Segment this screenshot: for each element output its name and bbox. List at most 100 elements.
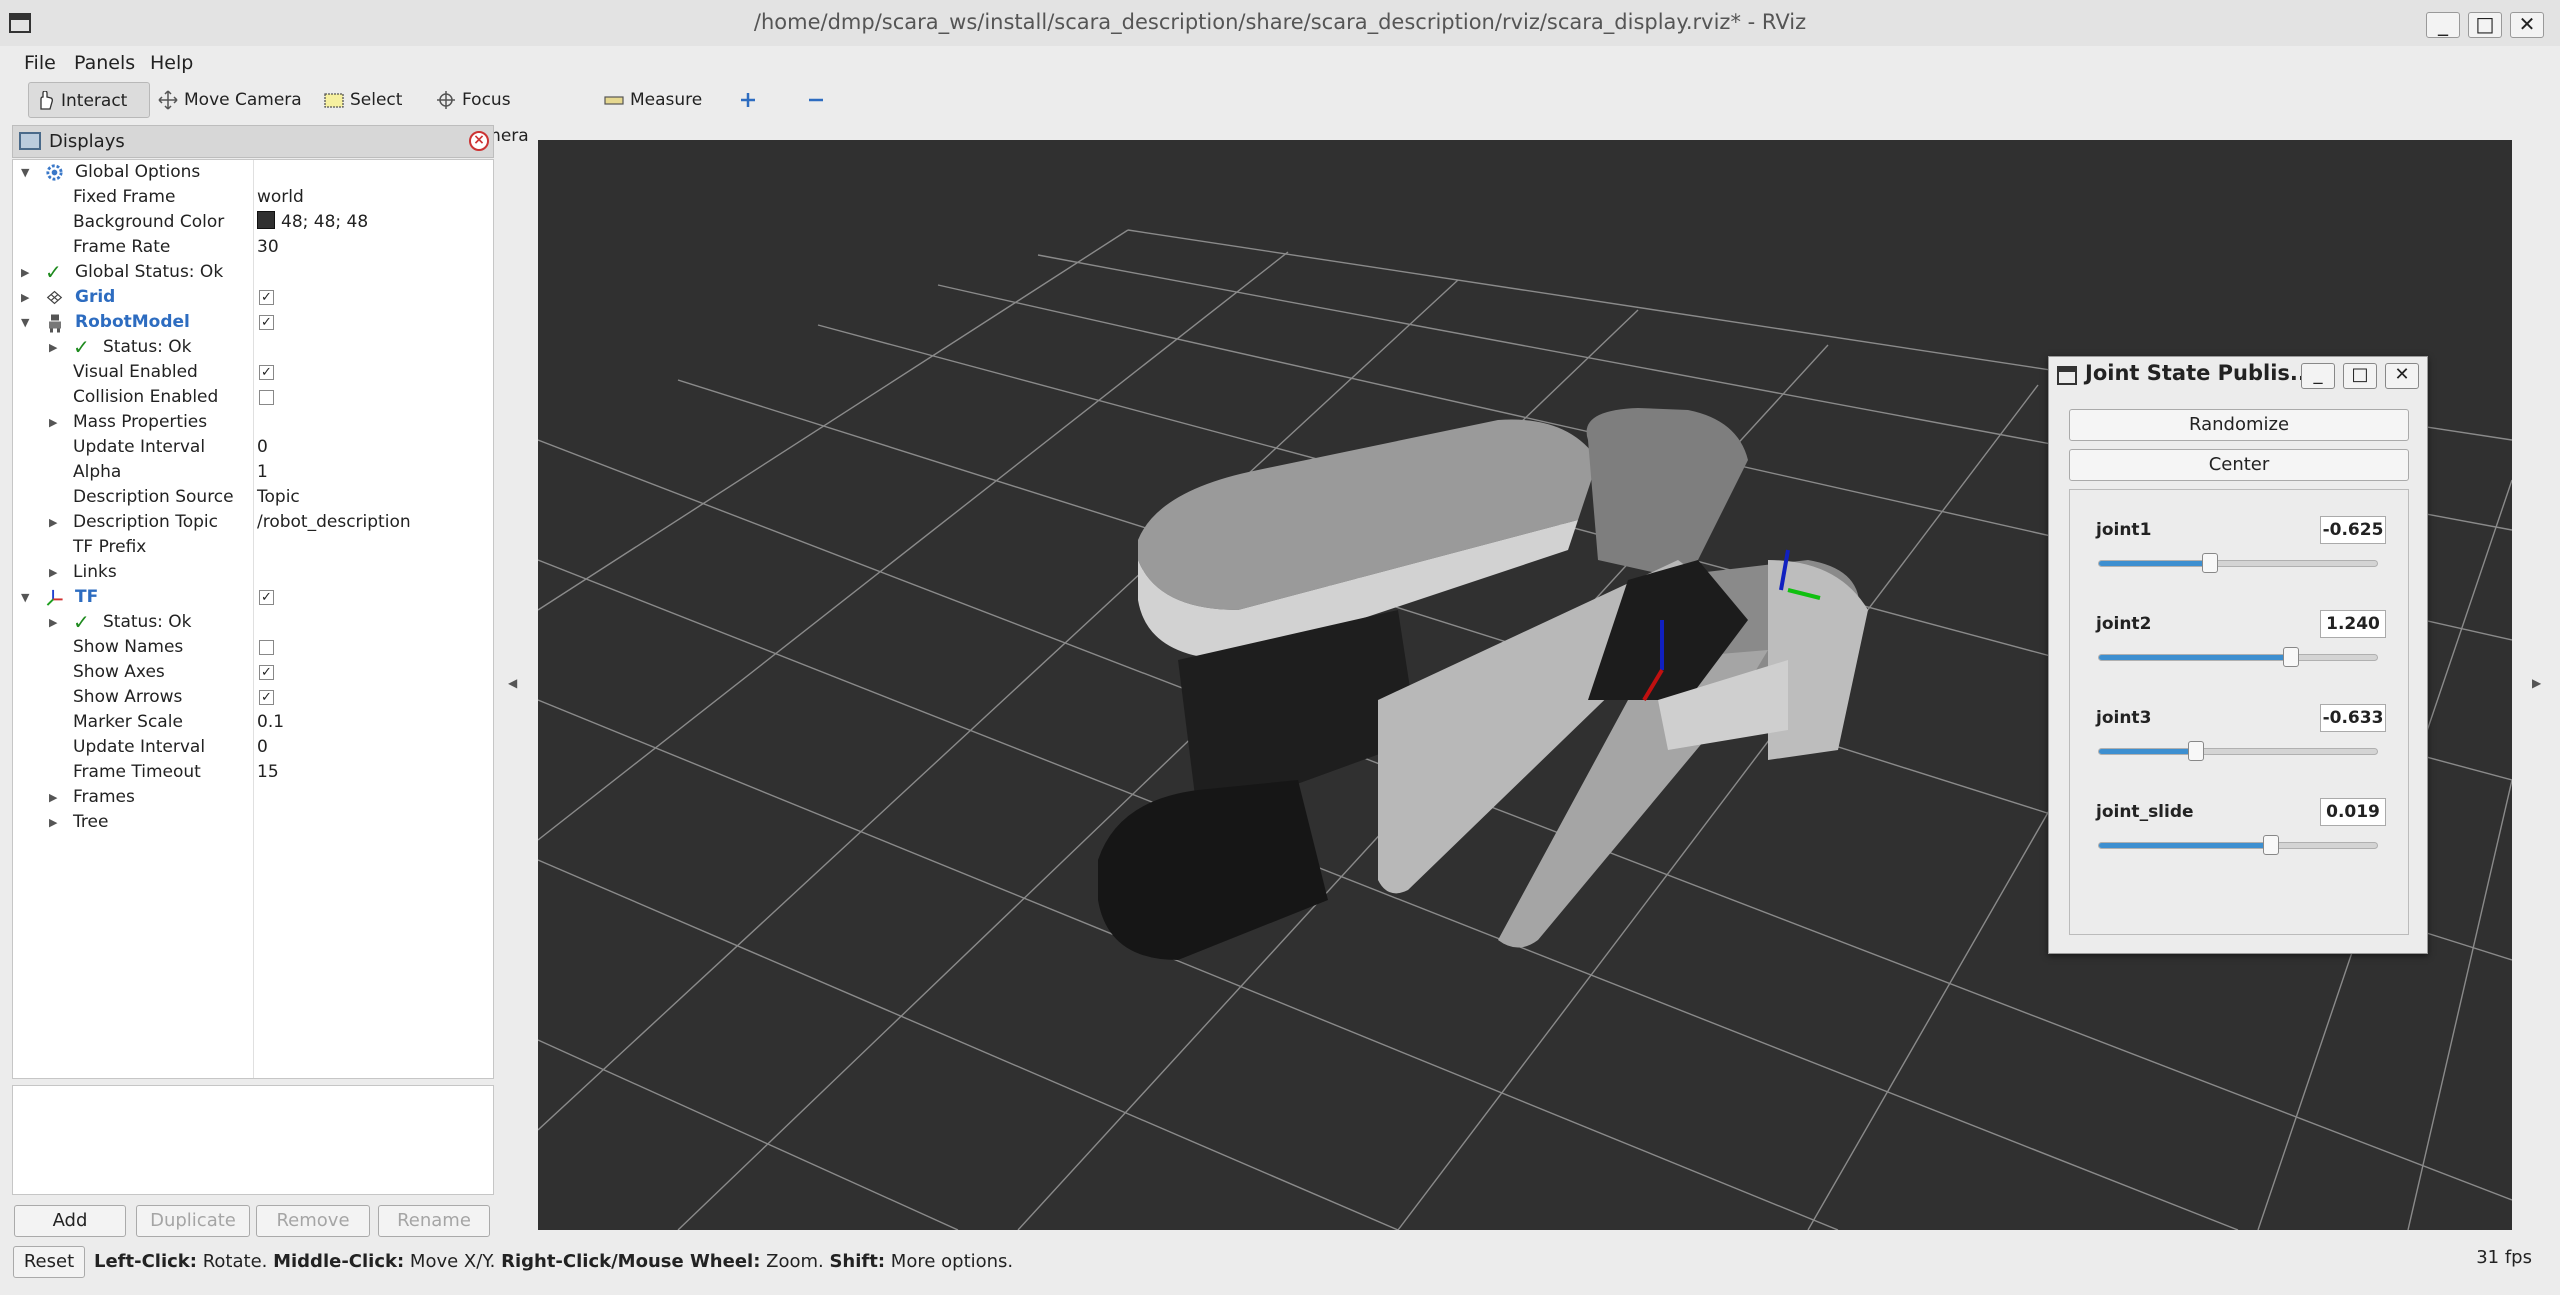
tree-row-alpha[interactable]: Alpha 1 [13,460,493,485]
tree-row-tree[interactable]: ▶ Tree [13,810,493,835]
minimize-button[interactable]: _ [2426,12,2460,38]
joint-slider[interactable] [2098,553,2378,573]
tree-row-marker-scale[interactable]: Marker Scale 0.1 [13,710,493,735]
joint-slider[interactable] [2098,741,2378,761]
joint-label: joint2 [2096,614,2152,634]
slider-thumb[interactable] [2263,835,2280,855]
reset-button[interactable]: Reset [13,1246,85,1278]
collapsed-arrow-icon[interactable]: ▶ [49,785,61,810]
collision-enabled-checkbox[interactable] [259,390,274,405]
collapsed-arrow-icon[interactable]: ▶ [21,285,33,310]
show-axes-checkbox[interactable]: ✓ [259,665,274,680]
visual-enabled-checkbox[interactable]: ✓ [259,365,274,380]
displays-tree[interactable]: ▼ Global Options Fixed Frame world Backg… [12,159,494,1079]
slider-thumb[interactable] [2188,741,2205,761]
joint-value-field[interactable]: -0.633 [2320,704,2386,732]
left-splitter-handle[interactable]: ◀ [508,676,517,690]
center-button[interactable]: Center [2069,449,2409,481]
tree-row-tf-status[interactable]: ▶ ✓ Status: Ok [13,610,493,635]
robot-model-checkbox[interactable]: ✓ [259,315,274,330]
fixed-frame-value[interactable]: world [257,185,304,210]
marker-scale-value[interactable]: 0.1 [257,710,284,735]
tree-row-update-interval[interactable]: Update Interval 0 [13,435,493,460]
joint-value-field[interactable]: 0.019 [2320,798,2386,826]
close-button[interactable]: ✕ [2510,12,2544,38]
tree-row-tf-update-interval[interactable]: Update Interval 0 [13,735,493,760]
joint-slider[interactable] [2098,835,2378,855]
menu-file[interactable]: File [24,52,56,74]
tf-checkbox[interactable]: ✓ [259,590,274,605]
menu-help[interactable]: Help [150,52,193,74]
tree-row-robot-model[interactable]: ▼ RobotModel ✓ [13,310,493,335]
tree-row-frames[interactable]: ▶ Frames [13,785,493,810]
collapsed-arrow-icon[interactable]: ▶ [49,510,61,535]
alpha-value[interactable]: 1 [257,460,268,485]
jsp-maximize-button[interactable]: □ [2343,363,2377,389]
tree-row-description-source[interactable]: Description Source Topic [13,485,493,510]
right-splitter-handle[interactable]: ▶ [2532,676,2541,690]
remove-display-button[interactable]: Remove [256,1205,370,1237]
joint-value-field[interactable]: 1.240 [2320,610,2386,638]
tree-row-fixed-frame[interactable]: Fixed Frame world [13,185,493,210]
frame-timeout-value[interactable]: 15 [257,760,279,785]
expanded-arrow-icon[interactable]: ▼ [21,585,33,610]
tree-row-global-options[interactable]: ▼ Global Options [13,160,493,185]
duplicate-display-button[interactable]: Duplicate [136,1205,250,1237]
jsp-close-button[interactable]: ✕ [2385,363,2419,389]
remove-tool-button[interactable] [800,82,840,118]
collapsed-arrow-icon[interactable]: ▶ [49,335,61,360]
description-topic-value[interactable]: /robot_description [257,510,411,535]
tree-row-links[interactable]: ▶ Links [13,560,493,585]
tree-row-description-topic[interactable]: ▶ Description Topic /robot_description [13,510,493,535]
joint-value-field[interactable]: -0.625 [2320,516,2386,544]
expanded-arrow-icon[interactable]: ▼ [21,160,33,185]
tree-row-mass-properties[interactable]: ▶ Mass Properties [13,410,493,435]
menu-panels[interactable]: Panels [74,52,135,74]
collapsed-arrow-icon[interactable]: ▶ [21,260,33,285]
collapsed-arrow-icon[interactable]: ▶ [49,410,61,435]
expanded-arrow-icon[interactable]: ▼ [21,310,33,335]
tree-row-grid[interactable]: ▶ Grid ✓ [13,285,493,310]
interact-tool-button[interactable]: Interact [28,82,150,118]
add-tool-button[interactable] [732,82,764,118]
show-arrows-checkbox[interactable]: ✓ [259,690,274,705]
tree-row-background-color[interactable]: Background Color 48; 48; 48 [13,210,493,235]
tree-row-robot-model-status[interactable]: ▶ ✓ Status: Ok [13,335,493,360]
slider-thumb[interactable] [2282,647,2299,667]
tree-row-show-axes[interactable]: Show Axes ✓ [13,660,493,685]
rename-display-button[interactable]: Rename [378,1205,490,1237]
close-panel-icon[interactable]: × [469,131,489,151]
slider-thumb[interactable] [2202,553,2219,573]
tree-row-tf[interactable]: ▼ TF ✓ [13,585,493,610]
collapsed-arrow-icon[interactable]: ▶ [49,810,61,835]
tree-row-show-arrows[interactable]: Show Arrows ✓ [13,685,493,710]
maximize-button[interactable]: □ [2468,12,2502,38]
focus-camera-tool-button[interactable]: Focus Camera [430,82,580,146]
collapsed-arrow-icon[interactable]: ▶ [49,610,61,635]
move-camera-tool-button[interactable]: Move Camera [152,82,302,118]
tf-update-interval-value[interactable]: 0 [257,735,268,760]
tree-row-frame-rate[interactable]: Frame Rate 30 [13,235,493,260]
background-color-value[interactable]: 48; 48; 48 [257,210,368,235]
frame-rate-value[interactable]: 30 [257,235,279,260]
tree-row-frame-timeout[interactable]: Frame Timeout 15 [13,760,493,785]
tree-row-visual-enabled[interactable]: Visual Enabled ✓ [13,360,493,385]
tree-row-tf-prefix[interactable]: TF Prefix [13,535,493,560]
show-names-checkbox[interactable] [259,640,274,655]
tree-row-show-names[interactable]: Show Names [13,635,493,660]
description-source-value[interactable]: Topic [257,485,300,510]
tree-row-collision-enabled[interactable]: Collision Enabled [13,385,493,410]
measure-tool-button[interactable]: Measure [598,82,708,118]
select-tool-button[interactable]: Select [318,82,418,118]
ruler-icon [604,96,624,105]
collapsed-arrow-icon[interactable]: ▶ [49,560,61,585]
add-display-button[interactable]: Add [14,1205,126,1237]
grid-label: Grid [75,287,116,307]
grid-checkbox[interactable]: ✓ [259,290,274,305]
randomize-button[interactable]: Randomize [2069,409,2409,441]
joint-slider[interactable] [2098,647,2378,667]
jsp-minimize-button[interactable]: _ [2301,363,2335,389]
tree-row-global-status[interactable]: ▶ ✓ Global Status: Ok [13,260,493,285]
frame-timeout-key: Frame Timeout [73,762,201,782]
update-interval-value[interactable]: 0 [257,435,268,460]
